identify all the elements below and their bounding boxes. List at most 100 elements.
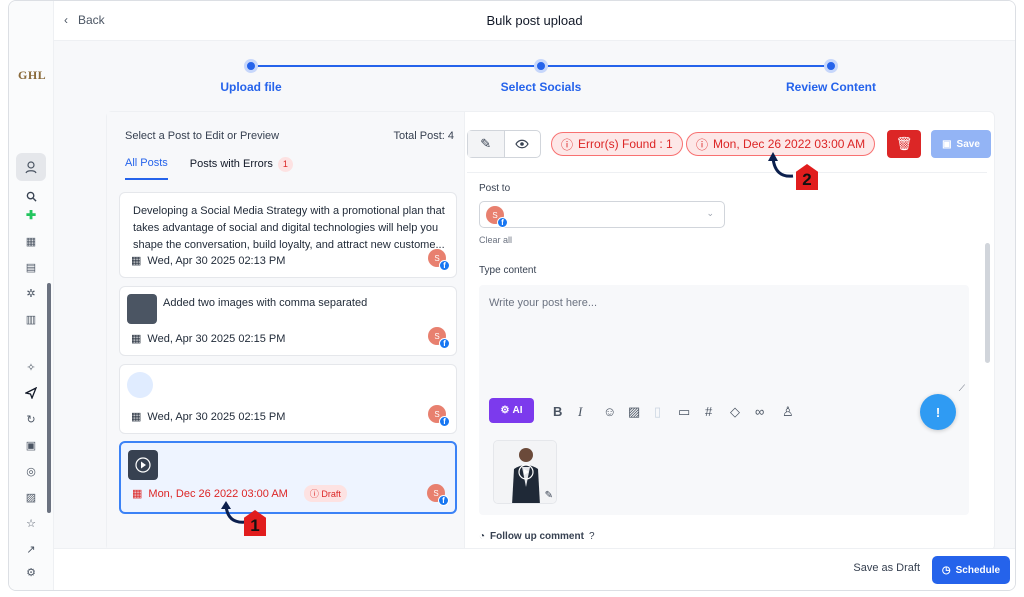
page-title: Bulk post upload xyxy=(486,13,583,28)
edit-pencil-icon[interactable]: ✎ xyxy=(468,131,505,157)
bold-icon[interactable]: B xyxy=(553,404,562,419)
chat-widget-button[interactable]: ! xyxy=(920,394,956,430)
facebook-icon: f xyxy=(439,416,450,427)
post-date: ▦ Wed, Apr 30 2025 02:15 PM xyxy=(131,410,286,424)
document-icon[interactable]: ▣ xyxy=(22,436,40,454)
post-card-selected[interactable]: ▦ Mon, Dec 26 2022 03:00 AM ⓘ Draft Sf xyxy=(119,441,457,514)
post-date: ▦ Wed, Apr 30 2025 02:15 PM xyxy=(131,332,286,346)
step-upload-file[interactable]: Upload file xyxy=(220,80,281,94)
calendar-icon: ▦ xyxy=(131,411,142,423)
left-nav-rail: GHL ✚ ▦ ▤ ✲ ▥ ✧ ↻ ▣ ◎ ▨ ☆ ↗ ⚙ xyxy=(9,1,54,590)
trend-icon[interactable]: ↗ xyxy=(22,540,40,558)
facebook-icon: f xyxy=(497,217,508,228)
video-thumbnail xyxy=(128,450,158,480)
post-text: Added two images with comma separated xyxy=(163,297,368,309)
post-text: Developing a Social Media Strategy with … xyxy=(133,205,445,251)
robot-icon: ⚙ xyxy=(500,405,510,416)
stepper: Upload file Select Socials Review Conten… xyxy=(54,57,1015,97)
italic-icon[interactable]: I xyxy=(578,404,582,420)
view-toggle: ✎ xyxy=(467,130,541,158)
trash-icon: 🗑 xyxy=(895,136,913,151)
post-editor: Post to Sf ⌄ Clear all Type content Writ… xyxy=(467,172,990,552)
hashtag-icon[interactable]: # xyxy=(705,404,712,419)
post-content-textarea[interactable]: Write your post here... ⟋ ⚙ AI B I ☺ ▨ ▯ … xyxy=(479,285,969,515)
selected-account-avatar: Sf xyxy=(486,206,508,228)
post-date: ▦ Wed, Apr 30 2025 02:13 PM xyxy=(131,254,286,268)
calendar-icon[interactable]: ▦ xyxy=(22,232,40,250)
floppy-icon: ▣ xyxy=(942,138,952,150)
tab-all-posts[interactable]: All Posts xyxy=(125,157,168,180)
step-dot-upload xyxy=(244,59,258,73)
account-avatar: Sf xyxy=(428,405,450,427)
delete-button[interactable]: 🗑 xyxy=(887,130,921,158)
type-content-label: Type content xyxy=(479,265,537,276)
editor-scrollbar[interactable] xyxy=(985,243,990,363)
post-image-thumbnail xyxy=(127,294,157,324)
link-icon[interactable]: ∞ xyxy=(755,404,764,419)
post-tabs: All Posts Posts with Errors 1 xyxy=(125,157,293,180)
send-icon[interactable] xyxy=(22,384,40,402)
star-icon[interactable]: ☆ xyxy=(22,514,40,532)
nav-scrollbar[interactable] xyxy=(47,283,51,513)
attached-video[interactable]: ✎ xyxy=(493,440,557,504)
main-area: ‹ Back Bulk post upload Upload file Sele… xyxy=(54,1,1015,590)
total-posts: Total Post: 4 xyxy=(393,130,454,142)
account-avatar: Sf xyxy=(428,327,450,349)
edit-media-icon[interactable]: ✎ xyxy=(545,490,553,501)
post-card[interactable]: Added two images with comma separated ▦ W… xyxy=(119,286,457,356)
review-panel: Select a Post to Edit or Preview Total P… xyxy=(106,111,995,552)
trash-nav-icon[interactable]: ▥ xyxy=(22,310,40,328)
post-card[interactable]: ▦ Wed, Apr 30 2025 02:15 PM Sf xyxy=(119,364,457,434)
facebook-icon: f xyxy=(439,338,450,349)
image-upload-icon[interactable]: ▨ xyxy=(628,404,640,420)
refresh-icon[interactable]: ↻ xyxy=(22,410,40,428)
comment-icon: ◔ xyxy=(479,531,486,542)
tab-posts-with-errors[interactable]: Posts with Errors 1 xyxy=(190,157,293,180)
settings-icon[interactable]: ⚙ xyxy=(22,563,40,581)
social-account-select[interactable]: Sf ⌄ xyxy=(479,201,725,228)
info-icon: ⓘ xyxy=(696,137,709,152)
calendar-icon: ▦ xyxy=(132,488,143,500)
apps-icon[interactable]: ✲ xyxy=(22,284,40,302)
save-as-draft-button[interactable]: Save as Draft xyxy=(853,562,920,574)
facebook-icon: f xyxy=(438,495,449,506)
footer-bar: Save as Draft ◷ Schedule xyxy=(54,548,1015,590)
clock-icon: ◷ xyxy=(941,564,951,576)
step-review-content[interactable]: Review Content xyxy=(786,80,876,94)
tag-icon[interactable]: ◇ xyxy=(730,404,740,420)
file-icon[interactable]: ▯ xyxy=(654,404,661,420)
editor-panel: ✎ ⓘ Error(s) Found : 1 ⓘ Mon, Dec 26 2022 … xyxy=(465,112,994,552)
logo: GHL xyxy=(18,68,47,82)
ai-button[interactable]: ⚙ AI xyxy=(489,398,534,423)
video-icon[interactable]: ▭ xyxy=(678,404,690,420)
resize-handle[interactable]: ⟋ xyxy=(959,383,965,394)
help-icon: ? xyxy=(588,531,595,542)
inbox-icon[interactable]: ▤ xyxy=(22,258,40,276)
quick-action-icon[interactable]: ✚ xyxy=(22,206,40,224)
post-placeholder: Write your post here... xyxy=(489,297,598,309)
user-mention-icon[interactable]: ♙ xyxy=(782,404,794,420)
save-button[interactable]: ▣ Save xyxy=(931,130,991,158)
feedback-icon: ! xyxy=(935,404,941,420)
user-avatar[interactable] xyxy=(16,153,46,181)
sparkle-icon[interactable]: ✧ xyxy=(22,358,40,376)
emoji-icon[interactable]: ☺ xyxy=(603,404,616,419)
search-icon[interactable] xyxy=(22,187,40,205)
post-card[interactable]: Developing a Social Media Strategy with … xyxy=(119,192,457,278)
step-dot-socials xyxy=(534,59,548,73)
error-count-badge: 1 xyxy=(277,157,293,172)
post-list-header: Select a Post to Edit or Preview Total P… xyxy=(125,130,454,142)
image-icon[interactable]: ▨ xyxy=(22,488,40,506)
preview-eye-icon[interactable] xyxy=(505,131,541,157)
account-avatar: Sf xyxy=(427,484,449,506)
schedule-button[interactable]: ◷ Schedule xyxy=(932,556,1010,584)
award-icon[interactable]: ◎ xyxy=(22,462,40,480)
step-select-socials[interactable]: Select Socials xyxy=(501,80,582,94)
errors-found-pill[interactable]: ⓘ Error(s) Found : 1 xyxy=(551,132,683,156)
account-avatar: Sf xyxy=(428,249,450,271)
clear-all-link[interactable]: Clear all xyxy=(479,235,512,245)
follow-up-comment[interactable]: ◔ Follow up comment? xyxy=(479,531,595,542)
top-bar: ‹ Back Bulk post upload xyxy=(54,1,1015,41)
app-window: GHL ✚ ▦ ▤ ✲ ▥ ✧ ↻ ▣ ◎ ▨ ☆ ↗ ⚙ ‹ Back Bul… xyxy=(8,0,1016,591)
facebook-icon: f xyxy=(439,260,450,271)
